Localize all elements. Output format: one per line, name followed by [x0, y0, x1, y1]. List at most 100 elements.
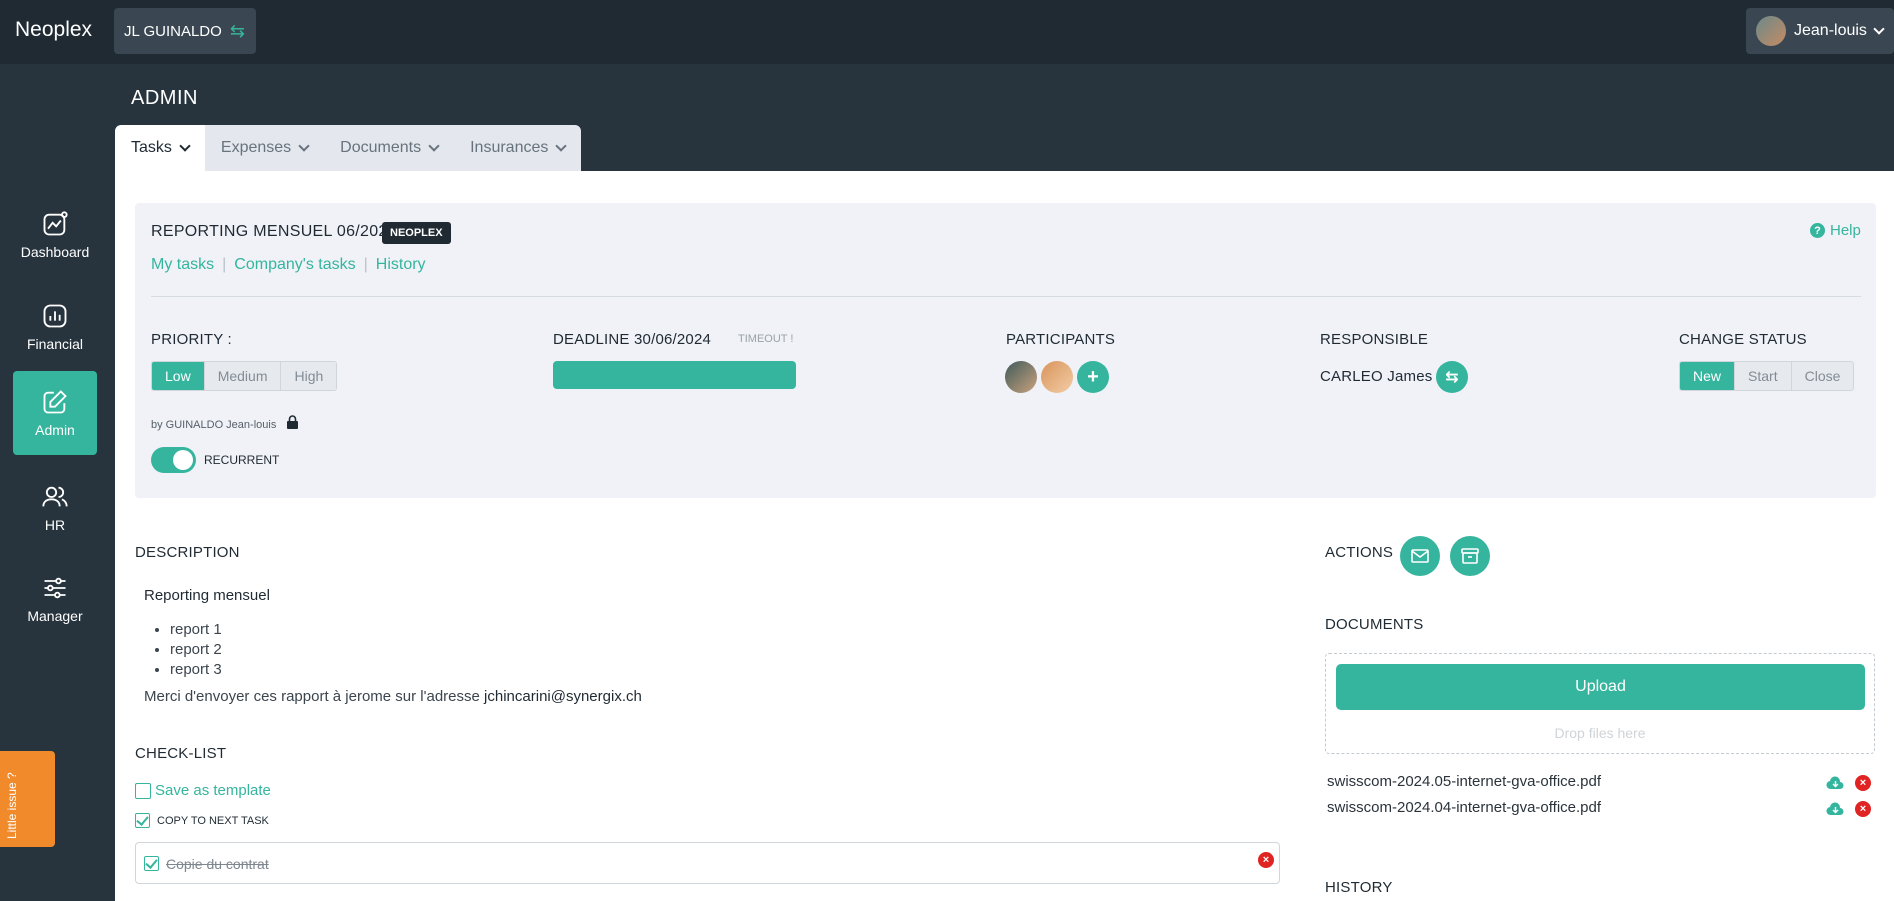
sidebar-item-label: Financial [26, 336, 84, 352]
user-avatar [1756, 16, 1786, 46]
little-issue-button[interactable]: Little issue ? [0, 751, 55, 847]
description-heading: DESCRIPTION [135, 544, 240, 561]
participant-avatar[interactable] [1041, 361, 1073, 393]
documents-heading: DOCUMENTS [1325, 616, 1424, 633]
recurrent-label: RECURRENT [204, 453, 280, 467]
priority-low-button[interactable]: Low [152, 362, 204, 390]
task-subnav: My tasks | Company's tasks | History [151, 256, 426, 274]
status-selector: New Start Close [1679, 361, 1855, 391]
company-name: JL GUINALDO [124, 22, 222, 40]
document-file[interactable]: swisscom-2024.05-internet-gva-office.pdf [1327, 773, 1601, 790]
delete-icon[interactable]: × [1258, 852, 1274, 868]
module-tabs: Tasks Expenses Documents Insurances [115, 125, 582, 171]
sidebar-item-label: Manager [27, 608, 83, 624]
tab-label: Documents [340, 139, 422, 156]
list-item: report 1 [170, 620, 222, 640]
swap-icon: ⇆ [1445, 369, 1459, 386]
plus-icon: + [1087, 365, 1099, 388]
sliders-icon [44, 577, 66, 599]
chevron-down-icon [555, 140, 568, 152]
drop-hint: Drop files here [1554, 725, 1646, 741]
description-body: Merci d'envoyer ces rapport à jerome sur… [144, 688, 485, 705]
status-start-button[interactable]: Start [1734, 362, 1791, 390]
description-email: jchincarini@synergix.ch [484, 688, 642, 705]
chevron-down-icon [428, 140, 440, 152]
swap-icon: ⇆ [229, 20, 245, 41]
checklist-heading: CHECK-LIST [135, 745, 227, 762]
user-menu[interactable]: Jean-louis [1746, 8, 1894, 54]
participant-avatar[interactable] [1005, 361, 1037, 393]
sidebar-item-dashboard[interactable]: Dashboard [13, 193, 97, 277]
task-title: REPORTING MENSUEL 06/2024 [151, 223, 397, 240]
tab-expenses[interactable]: Expenses [204, 125, 325, 171]
history-link[interactable]: History [376, 256, 426, 274]
task-author: by GUINALDO Jean-louis [151, 419, 277, 431]
app-logo[interactable]: Neoplex [15, 18, 92, 42]
archive-icon [1461, 548, 1479, 564]
financial-icon [43, 304, 67, 328]
recurrent-toggle[interactable] [151, 447, 196, 473]
checklist-item: Copie du contrat × [135, 842, 1280, 884]
delete-icon[interactable]: × [1855, 775, 1871, 791]
archive-button[interactable] [1450, 536, 1490, 576]
description-list: report 1 report 2 report 3 [170, 620, 222, 680]
actions-heading: ACTIONS [1325, 544, 1394, 561]
priority-high-button[interactable]: High [280, 362, 337, 390]
company-tasks-link[interactable]: Company's tasks [234, 256, 355, 274]
upload-button[interactable]: Upload [1336, 664, 1865, 710]
checklist-item-checkbox[interactable] [144, 856, 159, 871]
copy-to-next-task[interactable]: COPY TO NEXT TASK [135, 813, 269, 828]
sidebar-item-hr[interactable]: HR [13, 466, 97, 550]
download-icon[interactable] [1826, 802, 1845, 816]
users-icon [42, 486, 68, 507]
participants-label: PARTICIPANTS [1006, 331, 1116, 348]
chevron-down-icon [1873, 23, 1885, 35]
send-mail-button[interactable] [1400, 536, 1440, 576]
divider [151, 296, 1861, 297]
tab-label: Tasks [131, 139, 172, 156]
priority-label: PRIORITY : [151, 331, 232, 348]
help-icon: ? [1810, 223, 1825, 238]
sidebar-item-manager[interactable]: Manager [13, 557, 97, 641]
my-tasks-link[interactable]: My tasks [151, 256, 214, 274]
sidebar-item-label: Admin [35, 422, 75, 438]
chevron-down-icon [298, 140, 310, 152]
task-panel [135, 203, 1876, 498]
help-label: Help [1830, 222, 1861, 239]
checklist-item-text: Copie du contrat [166, 856, 269, 872]
save-as-template-button[interactable]: Save as template [135, 782, 271, 799]
company-switcher[interactable]: JL GUINALDO ⇆ [114, 8, 256, 54]
tab-documents[interactable]: Documents [324, 125, 455, 171]
sidebar-item-admin[interactable]: Admin [13, 371, 97, 455]
sidebar-item-financial[interactable]: Financial [13, 285, 97, 369]
list-item: report 2 [170, 640, 222, 660]
status-close-button[interactable]: Close [1790, 362, 1854, 390]
company-badge: NEOPLEX [382, 222, 451, 244]
mail-icon [1411, 549, 1429, 563]
download-icon[interactable] [1826, 776, 1845, 790]
copy-next-label: COPY TO NEXT TASK [157, 814, 269, 827]
priority-selector: Low Medium High [151, 361, 338, 391]
list-item: report 3 [170, 660, 222, 680]
deadline-bar [553, 361, 796, 389]
checkbox[interactable] [135, 813, 150, 828]
sidebar-item-label: HR [44, 517, 66, 533]
status-new-button[interactable]: New [1680, 362, 1735, 390]
tab-tasks[interactable]: Tasks [115, 125, 205, 171]
help-link[interactable]: ? Help [1810, 222, 1861, 239]
delete-icon[interactable]: × [1855, 801, 1871, 817]
add-participant-button[interactable]: + [1077, 361, 1109, 393]
deadline-label: DEADLINE 30/06/2024 [553, 331, 712, 348]
tab-label: Insurances [470, 139, 549, 156]
change-status-label: CHANGE STATUS [1679, 331, 1807, 348]
top-bar [0, 0, 1894, 64]
issue-label: Little issue ? [5, 772, 19, 839]
priority-medium-button[interactable]: Medium [203, 362, 281, 390]
separator: | [222, 256, 227, 273]
change-responsible-button[interactable]: ⇆ [1436, 361, 1468, 393]
responsible-label: RESPONSIBLE [1320, 331, 1429, 348]
chevron-down-icon [179, 140, 191, 152]
document-file[interactable]: swisscom-2024.04-internet-gva-office.pdf [1327, 799, 1601, 816]
responsible-name: CARLEO James [1320, 368, 1433, 385]
tab-insurances[interactable]: Insurances [454, 125, 582, 171]
